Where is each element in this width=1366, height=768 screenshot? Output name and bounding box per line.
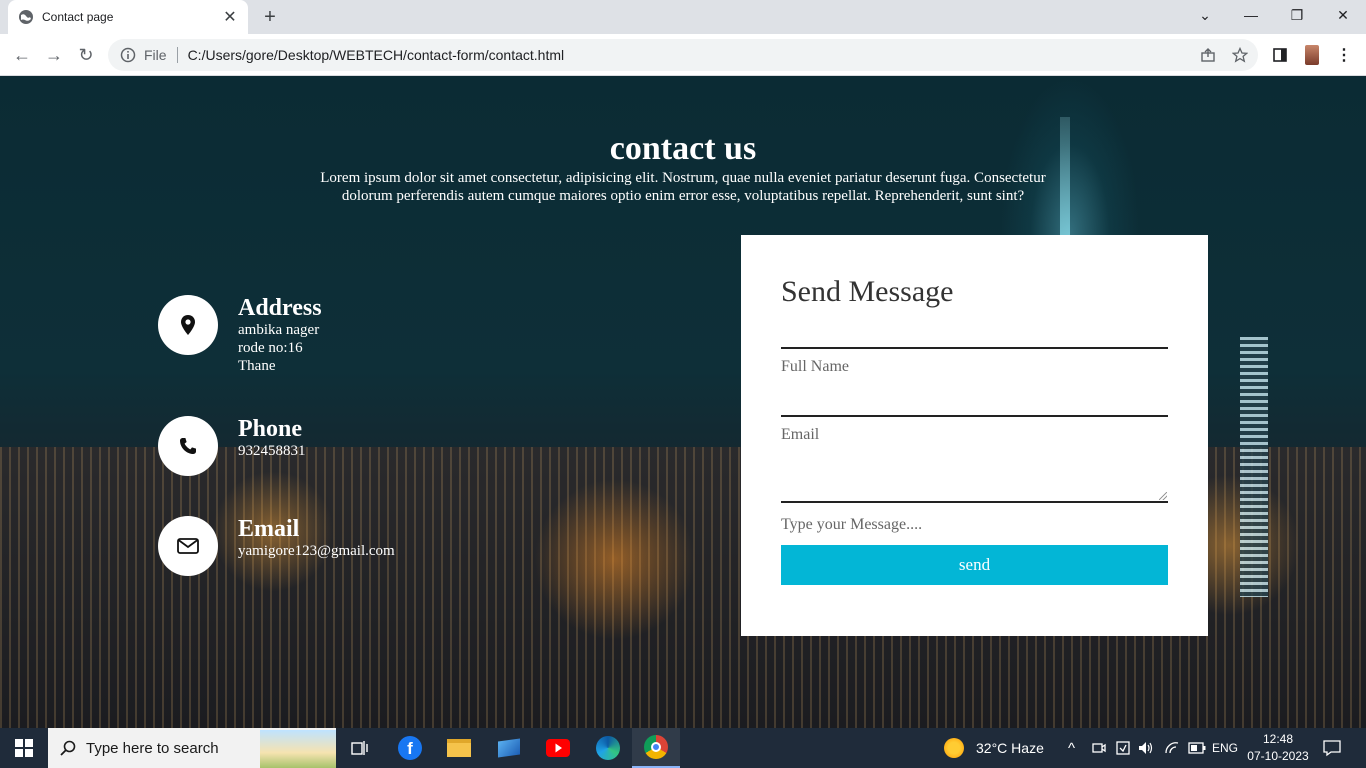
envelope-icon [177,538,199,554]
search-icon [60,740,76,756]
windows-app-icon[interactable] [485,728,533,768]
clock-date: 07-10-2023 [1247,749,1309,763]
taskbar-search-box[interactable]: Type here to search [48,728,336,768]
intro-line-1: Lorem ipsum dolor sit amet consectetur, … [320,170,1046,186]
email-item: Email yamigore123@gmail.com [158,516,395,576]
menu-dots-icon[interactable]: ⋮ [1334,45,1354,65]
search-highlight-image [260,730,336,768]
phone-title: Phone [238,416,303,442]
phone-item: Phone 932458831 [158,416,306,476]
address-bar[interactable]: File C:/Users/gore/Desktop/WEBTECH/conta… [108,39,1258,71]
reload-button[interactable]: ↻ [74,43,98,67]
share-icon[interactable] [1198,45,1218,65]
address-prefix: File [144,47,178,63]
tab-strip: Contact page ✕ + ⌄ — ❐ ✕ [0,0,1366,34]
address-icon-circle [158,295,218,355]
address-line-2: rode no:16 [238,340,303,356]
browser-tab[interactable]: Contact page ✕ [8,0,248,34]
bookmark-star-icon[interactable] [1230,45,1250,65]
address-item: Address ambika nager rode no:16 Thane [158,295,322,375]
taskbar-clock[interactable]: 12:48 07-10-2023 [1238,731,1318,765]
tab-search-icon[interactable]: ⌄ [1182,0,1228,30]
task-view-icon[interactable] [336,728,384,768]
email-address: yamigore123@gmail.com [238,543,395,559]
profile-avatar[interactable] [1302,45,1322,65]
side-panel-icon[interactable] [1270,45,1290,65]
background-tower [1240,337,1268,597]
address-line-3: Thane [238,358,276,374]
message-label: Type your Message.... [781,516,923,533]
start-button[interactable] [0,728,48,768]
search-placeholder: Type here to search [86,739,219,757]
intro-text: Lorem ipsum dolor sit amet consectetur, … [283,169,1083,205]
globe-icon [19,10,33,24]
restore-button[interactable]: ❐ [1274,0,1320,30]
resize-handle-icon[interactable] [1159,492,1167,500]
browser-toolbar: ← → ↻ File C:/Users/gore/Desktop/WEBTECH… [0,34,1366,76]
phone-icon-circle [158,416,218,476]
intro-line-2: dolorum perferendis autem cumque maiores… [341,188,1025,204]
map-pin-icon [181,315,195,335]
edge-icon[interactable] [584,728,632,768]
weather-widget[interactable]: 32°C Haze [944,728,1044,768]
url-text[interactable]: C:/Users/gore/Desktop/WEBTECH/contact-fo… [188,47,565,63]
clock-time: 12:48 [1262,732,1294,746]
weather-text: 32°C Haze [976,740,1044,756]
minimize-button[interactable]: — [1228,0,1274,30]
phone-icon [180,438,196,454]
notifications-icon[interactable] [1322,728,1342,768]
email-icon-circle [158,516,218,576]
battery-icon[interactable] [1188,728,1206,768]
contact-form: Send Message Full Name Email Type your M… [741,235,1208,636]
full-name-label: Full Name [781,358,849,375]
address-line-1: ambika nager [238,322,320,338]
close-tab-icon[interactable]: ✕ [222,7,238,27]
language-indicator[interactable]: ENG [1212,728,1238,768]
volume-icon[interactable] [1138,728,1154,768]
email-label: Email [781,426,820,443]
tray-chevron-icon[interactable]: ^ [1068,728,1075,768]
close-window-button[interactable]: ✕ [1320,0,1366,30]
forward-button[interactable]: → [42,43,66,67]
tab-title: Contact page [42,10,114,24]
network-icon[interactable] [1164,728,1180,768]
windows-taskbar: Type here to search f 32°C Haze ^ ENG 12… [0,728,1366,768]
send-button[interactable]: send [781,545,1168,585]
windows-logo-icon [15,739,33,757]
email-input[interactable] [781,391,1168,417]
back-button[interactable]: ← [10,43,34,67]
form-title: Send Message [781,275,954,308]
new-tab-button[interactable]: + [258,5,282,29]
page-title: contact us [609,130,757,167]
email-title: Email [238,516,300,542]
info-icon[interactable] [120,47,136,63]
phone-number: 932458831 [238,443,306,459]
facebook-icon[interactable]: f [386,728,434,768]
tray-meet-icon[interactable] [1092,728,1106,768]
file-explorer-icon[interactable] [435,728,483,768]
chrome-icon[interactable] [632,728,680,768]
address-title: Address [238,295,322,321]
youtube-icon[interactable] [534,728,582,768]
contact-page: contact us Lorem ipsum dolor sit amet co… [0,77,1366,728]
full-name-input[interactable] [781,323,1168,349]
tray-update-icon[interactable] [1116,728,1130,768]
weather-sun-icon [944,738,964,758]
message-textarea[interactable] [781,455,1168,503]
